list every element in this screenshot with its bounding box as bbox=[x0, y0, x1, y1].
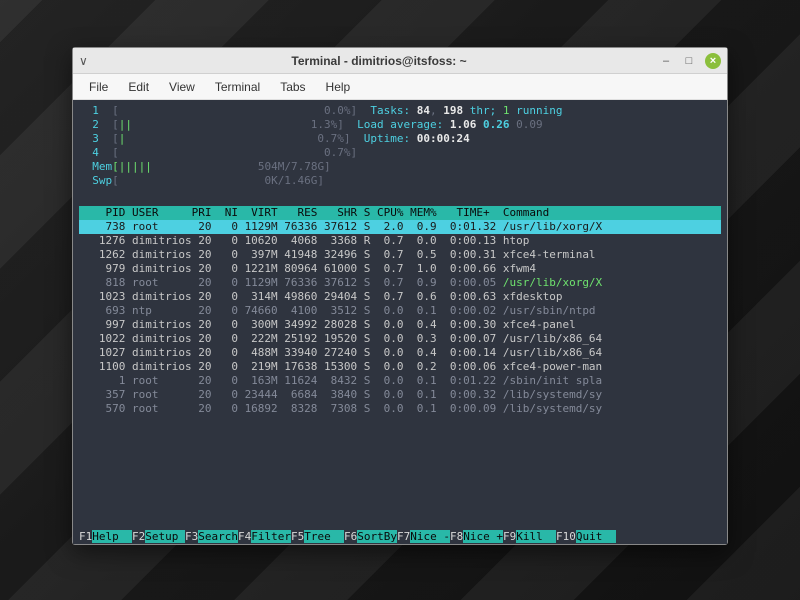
menu-view[interactable]: View bbox=[161, 77, 203, 97]
fkey-F1[interactable]: Help bbox=[92, 530, 132, 543]
process-row[interactable]: 1100 dimitrios 20 0 219M 17638 15300 S 0… bbox=[79, 360, 721, 374]
window-title: Terminal - dimitrios@itsfoss: ~ bbox=[99, 54, 659, 68]
fkey-F2[interactable]: Setup bbox=[145, 530, 185, 543]
fkey-F4[interactable]: Filter bbox=[251, 530, 291, 543]
menubar: File Edit View Terminal Tabs Help bbox=[73, 74, 727, 100]
process-list: 738 root 20 0 1129M 76336 37612 S 2.0 0.… bbox=[79, 220, 721, 416]
menu-edit[interactable]: Edit bbox=[120, 77, 157, 97]
fkey-F7[interactable]: Nice - bbox=[410, 530, 450, 543]
fkey-F8[interactable]: Nice + bbox=[463, 530, 503, 543]
process-row[interactable]: 357 root 20 0 23444 6684 3840 S 0.0 0.1 … bbox=[79, 388, 721, 402]
process-row[interactable]: 1 root 20 0 163M 11624 8432 S 0.0 0.1 0:… bbox=[79, 374, 721, 388]
terminal-body[interactable]: 1 [ 0.0%] Tasks: 84, 198 thr; 1 running … bbox=[73, 100, 727, 544]
process-row[interactable]: 1276 dimitrios 20 0 10620 4068 3368 R 0.… bbox=[79, 234, 721, 248]
process-row[interactable]: 570 root 20 0 16892 8328 7308 S 0.0 0.1 … bbox=[79, 402, 721, 416]
titlebar[interactable]: ∨ Terminal - dimitrios@itsfoss: ~ – □ × bbox=[73, 48, 727, 74]
menu-tabs[interactable]: Tabs bbox=[272, 77, 313, 97]
process-row[interactable]: 738 root 20 0 1129M 76336 37612 S 2.0 0.… bbox=[79, 220, 721, 234]
minimize-button[interactable]: – bbox=[659, 54, 673, 68]
menu-help[interactable]: Help bbox=[318, 77, 359, 97]
process-row[interactable]: 1023 dimitrios 20 0 314M 49860 29404 S 0… bbox=[79, 290, 721, 304]
fkey-F10[interactable]: Quit bbox=[576, 530, 616, 543]
process-row[interactable]: 1262 dimitrios 20 0 397M 41948 32496 S 0… bbox=[79, 248, 721, 262]
terminal-window: ∨ Terminal - dimitrios@itsfoss: ~ – □ × … bbox=[72, 47, 728, 545]
menu-file[interactable]: File bbox=[81, 77, 116, 97]
process-row[interactable]: 997 dimitrios 20 0 300M 34992 28028 S 0.… bbox=[79, 318, 721, 332]
fkey-F9[interactable]: Kill bbox=[516, 530, 556, 543]
close-button[interactable]: × bbox=[705, 53, 721, 69]
process-row[interactable]: 1022 dimitrios 20 0 222M 25192 19520 S 0… bbox=[79, 332, 721, 346]
fkey-F3[interactable]: Search bbox=[198, 530, 238, 543]
process-row[interactable]: 693 ntp 20 0 74660 4100 3512 S 0.0 0.1 0… bbox=[79, 304, 721, 318]
process-header: PID USER PRI NI VIRT RES SHR S CPU% MEM%… bbox=[79, 206, 721, 220]
process-row[interactable]: 979 dimitrios 20 0 1221M 80964 61000 S 0… bbox=[79, 262, 721, 276]
htop-footer: F1Help F2Setup F3SearchF4FilterF5Tree F6… bbox=[79, 530, 721, 544]
window-menu-icon[interactable]: ∨ bbox=[79, 54, 91, 68]
menu-terminal[interactable]: Terminal bbox=[207, 77, 268, 97]
process-row[interactable]: 1027 dimitrios 20 0 488M 33940 27240 S 0… bbox=[79, 346, 721, 360]
fkey-F5[interactable]: Tree bbox=[304, 530, 344, 543]
cpu-mem-meters: 1 [ 0.0%] Tasks: 84, 198 thr; 1 running … bbox=[79, 104, 721, 202]
fkey-F6[interactable]: SortBy bbox=[357, 530, 397, 543]
window-controls: – □ × bbox=[659, 53, 721, 69]
process-row[interactable]: 818 root 20 0 1129M 76336 37612 S 0.7 0.… bbox=[79, 276, 721, 290]
maximize-button[interactable]: □ bbox=[682, 54, 696, 68]
